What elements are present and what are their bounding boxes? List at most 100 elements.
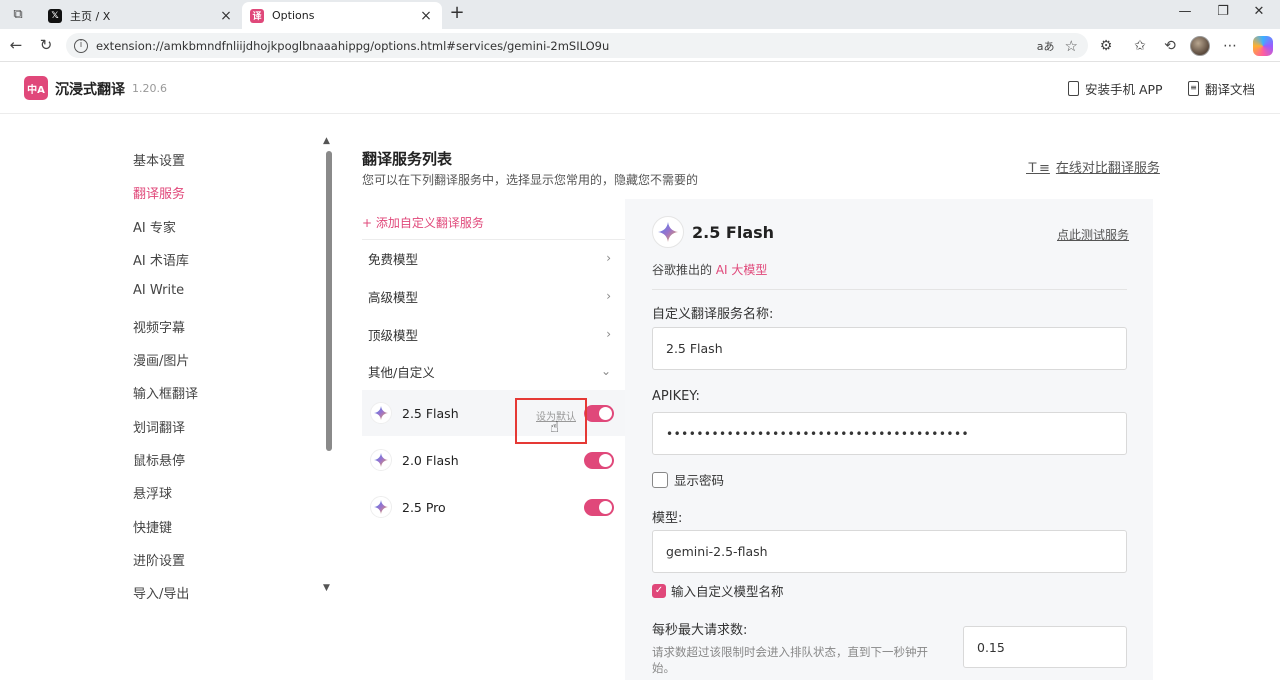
group-top-models[interactable]: 顶级模型 ›	[362, 316, 625, 352]
service-toggle[interactable]	[584, 405, 614, 422]
tab-options[interactable]: 译 Options ×	[242, 2, 442, 29]
group-label: 顶级模型	[368, 327, 419, 343]
tab-x-home[interactable]: 𝕏 主页 / X ×	[40, 2, 242, 29]
app-logo-icon: 中A	[24, 76, 48, 100]
restore-icon[interactable]: ❐	[1213, 4, 1233, 19]
sidebar-item-translation-services[interactable]: 翻译服务	[133, 183, 185, 202]
text-compare-icon: Ｔ≡	[1026, 161, 1050, 176]
test-service-link[interactable]: 点此测试服务	[1057, 226, 1129, 243]
sidebar-item-basic[interactable]: 基本设置	[133, 150, 185, 169]
gemini-icon	[370, 402, 392, 424]
sidebar-item-import-export[interactable]: 导入/导出	[133, 583, 189, 602]
sidebar-item-ai-expert[interactable]: AI 专家	[133, 217, 176, 236]
compare-services-label: 在线对比翻译服务	[1055, 161, 1160, 176]
gemini-icon	[370, 449, 392, 471]
sidebar-item-selection-translation[interactable]: 划词翻译	[133, 417, 185, 436]
add-custom-service-button[interactable]: + 添加自定义翻译服务	[362, 214, 484, 231]
close-window-icon[interactable]: ✕	[1249, 4, 1269, 19]
chevron-right-icon: ›	[606, 251, 611, 265]
group-free-models[interactable]: 免费模型 ›	[362, 240, 625, 276]
tab-title: Options	[272, 9, 315, 22]
service-toggle[interactable]	[584, 499, 614, 516]
custom-model-checkbox[interactable]: ✓ 输入自定义模型名称	[652, 581, 784, 600]
gemini-icon	[370, 496, 392, 518]
browser-toolbar: ← ↻ i extension://amkbmndfnliijdhojkpogl…	[0, 29, 1280, 62]
history-icon[interactable]: ⟲	[1160, 36, 1180, 56]
copilot-icon[interactable]	[1253, 36, 1273, 56]
sidebar-item-manga-images[interactable]: 漫画/图片	[133, 350, 189, 369]
sidebar-item-mouse-hover[interactable]: 鼠标悬停	[133, 450, 185, 469]
url-text[interactable]: extension://amkbmndfnliijdhojkpoglbnaaah…	[96, 39, 1037, 53]
checkbox-unchecked-icon[interactable]	[652, 471, 668, 488]
close-tab-icon[interactable]: ×	[418, 8, 434, 24]
model-label: 模型:	[652, 511, 683, 526]
service-toggle[interactable]	[584, 452, 614, 469]
scroll-up-arrow-icon[interactable]: ▲	[323, 136, 330, 146]
group-other-custom[interactable]: 其他/自定义 ⌄	[362, 353, 625, 389]
show-password-checkbox[interactable]: 显示密码	[652, 470, 724, 489]
gemini-icon	[652, 216, 684, 248]
phone-icon	[1068, 81, 1079, 96]
chevron-down-icon: ⌄	[600, 364, 611, 378]
close-tab-icon[interactable]: ×	[218, 8, 234, 24]
workspaces-icon[interactable]: ⧉	[6, 3, 30, 25]
group-advanced-models[interactable]: 高级模型 ›	[362, 278, 625, 314]
detail-description: 谷歌推出的 AI 大模型	[652, 261, 767, 278]
version-label: 1.20.6	[132, 82, 167, 95]
service-item-2-5-pro[interactable]: 2.5 Pro	[362, 484, 625, 530]
apikey-label: APIKEY:	[652, 389, 700, 404]
chevron-right-icon: ›	[606, 289, 611, 303]
docs-label: 翻译文档	[1205, 82, 1256, 97]
detail-title: 2.5 Flash	[692, 223, 775, 242]
install-app-link[interactable]: 安装手机 APP	[1068, 79, 1163, 98]
sidebar-item-ai-glossary[interactable]: AI 术语库	[133, 250, 189, 269]
checkbox-checked-icon[interactable]: ✓	[652, 583, 666, 598]
show-password-label: 显示密码	[674, 473, 725, 488]
section-title: 翻译服务列表	[362, 150, 453, 168]
group-label: 高级模型	[368, 289, 419, 305]
rate-limit-help: 请求数超过该限制时会进入排队状态，直到下一秒钟开始。	[652, 645, 928, 675]
group-label: 其他/自定义	[368, 364, 435, 380]
favorite-star-icon[interactable]: ☆	[1065, 37, 1078, 55]
x-logo-icon: 𝕏	[48, 8, 62, 23]
service-name-input[interactable]: 2.5 Flash	[652, 327, 1127, 370]
tab-title: 主页 / X	[70, 9, 111, 23]
extensions-icon[interactable]: ⚙	[1096, 36, 1116, 56]
scroll-down-arrow-icon[interactable]: ▼	[323, 583, 330, 593]
document-icon: ≡	[1188, 81, 1199, 96]
desc-prefix: 谷歌推出的	[652, 263, 716, 277]
install-app-label: 安装手机 APP	[1085, 82, 1163, 97]
rate-limit-label: 每秒最大请求数:	[652, 623, 748, 638]
more-menu-icon[interactable]: ⋯	[1220, 36, 1240, 56]
docs-link[interactable]: ≡ 翻译文档	[1188, 79, 1255, 98]
apikey-input[interactable]: ••••••••••••••••••••••••••••••••••••••••	[652, 412, 1127, 455]
compare-services-link[interactable]: Ｔ≡ 在线对比翻译服务	[1026, 157, 1160, 176]
sidebar-item-advanced[interactable]: 进阶设置	[133, 550, 185, 569]
sidebar-item-shortcuts[interactable]: 快捷键	[133, 517, 172, 536]
group-label: 免费模型	[368, 251, 419, 267]
reload-icon[interactable]: ↻	[35, 34, 57, 56]
brand-name: 沉浸式翻译	[55, 82, 125, 98]
sidebar-item-video-subtitles[interactable]: 视频字幕	[133, 317, 185, 336]
sidebar-item-ai-write[interactable]: AI Write	[133, 283, 184, 298]
chevron-right-icon: ›	[606, 327, 611, 341]
hand-cursor-icon: ☝	[550, 418, 560, 436]
sidebar-scrollbar-thumb[interactable]	[326, 151, 332, 451]
minimize-icon[interactable]: —	[1175, 4, 1195, 19]
read-aloud-icon[interactable]: aあ	[1037, 38, 1055, 54]
divider	[652, 289, 1127, 290]
service-detail-panel: 2.5 Flash 点此测试服务 谷歌推出的 AI 大模型 自定义翻译服务名称:…	[625, 199, 1153, 680]
favorites-icon[interactable]: ✩	[1130, 36, 1150, 56]
new-tab-button[interactable]: +	[446, 3, 468, 25]
profile-avatar[interactable]	[1190, 36, 1210, 56]
site-info-icon[interactable]: i	[74, 38, 88, 53]
ai-model-link[interactable]: AI 大模型	[716, 263, 768, 277]
sidebar-item-input-translation[interactable]: 输入框翻译	[133, 383, 198, 402]
back-icon[interactable]: ←	[5, 34, 27, 56]
app-header: 中A 沉浸式翻译 1.20.6 安装手机 APP ≡ 翻译文档	[0, 62, 1280, 114]
rate-limit-input[interactable]: 0.15	[963, 626, 1127, 668]
model-input[interactable]: gemini-2.5-flash	[652, 530, 1127, 573]
sidebar-item-floating-ball[interactable]: 悬浮球	[133, 483, 172, 502]
section-subtitle: 您可以在下列翻译服务中，选择显示您常用的，隐藏您不需要的	[362, 173, 699, 187]
address-bar[interactable]: i extension://amkbmndfnliijdhojkpoglbnaa…	[66, 33, 1088, 58]
